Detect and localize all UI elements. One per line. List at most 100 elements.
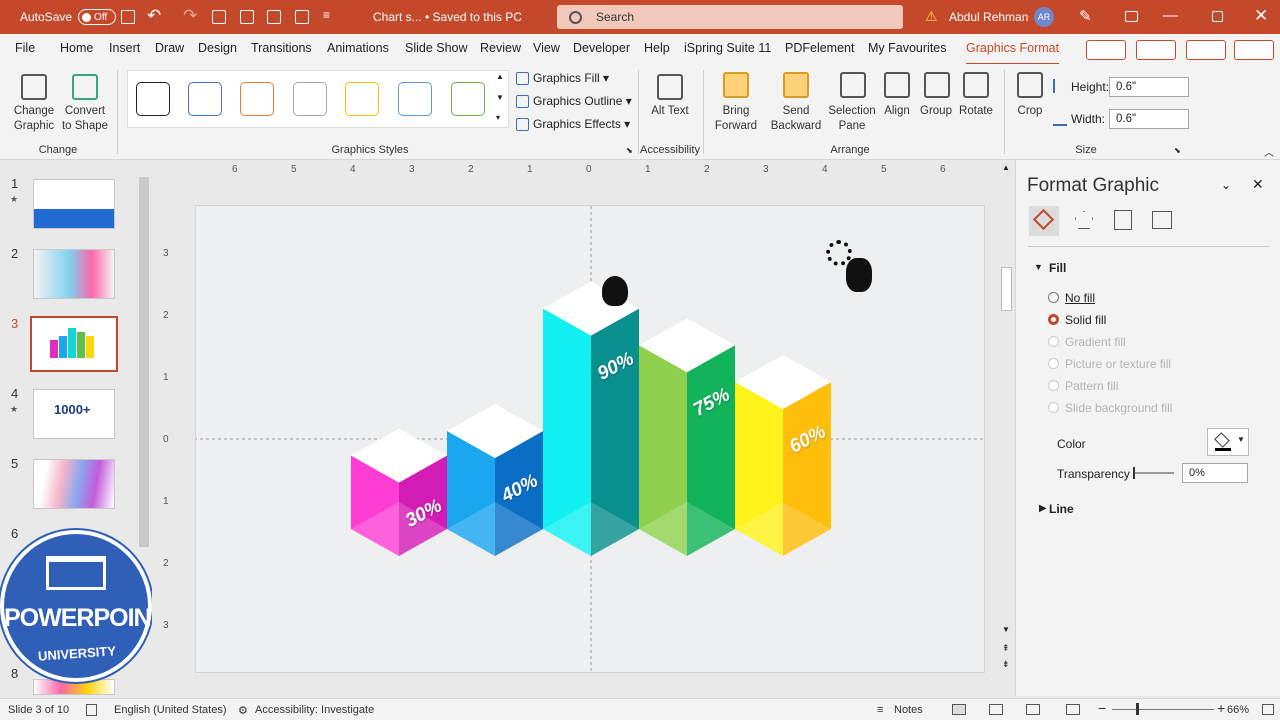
height-input[interactable]: 0.6" [1109,77,1189,97]
customize-qat-icon[interactable]: ≡ [323,8,330,22]
close-icon[interactable]: ✕ [1254,6,1268,26]
group-button[interactable]: Group [916,104,956,119]
hands-gear-icon[interactable] [826,240,878,296]
zoom-slider[interactable] [1112,709,1214,710]
style-swatch-6[interactable] [398,82,432,116]
autosave[interactable]: AutoSave Off [20,9,117,25]
next-slide-icon[interactable]: ⇟ [1002,659,1010,670]
tab-file[interactable]: File [15,41,35,55]
warning-icon[interactable]: ⚠ [925,8,938,25]
selection-pane-button[interactable]: Selection Pane [826,104,878,134]
pane-close-icon[interactable]: ✕ [1252,176,1264,193]
avatar[interactable]: AR [1034,7,1054,27]
tab-graphics-format[interactable]: Graphics Format [966,41,1060,66]
radio-pattern-fill[interactable] [1048,380,1059,391]
present-icon[interactable] [212,10,226,24]
fill-line-tab[interactable] [1029,206,1059,236]
slide-counter[interactable]: Slide 3 of 10 [8,704,69,716]
minimize-icon[interactable]: — [1163,7,1178,24]
tab-design[interactable]: Design [198,41,237,55]
rotate-button[interactable]: Rotate [955,104,997,119]
fill-expand-icon[interactable]: ▼ [1034,262,1043,272]
zoom-in-icon[interactable]: + [1217,700,1225,716]
autosave-toggle[interactable]: Off [78,9,117,25]
record-button[interactable] [1136,40,1176,60]
style-swatch-3[interactable] [240,82,274,116]
transparency-slider[interactable] [1133,467,1174,479]
scroll-down-icon[interactable]: ▼ [1002,625,1010,634]
spelling-icon[interactable] [86,704,97,716]
tab-slide-show[interactable]: Slide Show [405,41,468,55]
tab-draw[interactable]: Draw [155,41,184,55]
zoom-out-icon[interactable]: − [1098,700,1106,716]
accessibility-icon[interactable]: ⚙ [238,704,248,717]
size-properties-icon[interactable] [1114,210,1132,230]
print-icon[interactable] [267,10,281,24]
style-swatch-4[interactable] [293,82,327,116]
slide-background-fill-label[interactable]: Slide background fill [1065,401,1172,415]
graphics-effects-button[interactable]: Graphics Effects ▾ [516,117,630,131]
fill-section-header[interactable]: Fill [1049,261,1066,275]
slide-thumbnail-5[interactable] [33,459,115,509]
gradient-fill-label[interactable]: Gradient fill [1065,335,1126,349]
reading-view-icon[interactable] [1026,704,1040,715]
change-graphic-button[interactable]: Change Graphic [6,104,62,134]
previous-slide-icon[interactable]: ⇞ [1002,643,1010,654]
tab-view[interactable]: View [533,41,560,55]
pattern-fill-label[interactable]: Pattern fill [1065,379,1118,393]
search-box[interactable]: Search [557,5,903,29]
document-title[interactable]: Chart s... • Saved to this PC [373,10,522,24]
no-fill-label[interactable]: No fill [1065,291,1095,305]
vertical-ruler[interactable]: 3 2 1 0 1 2 3 [162,205,176,673]
slideshow-icon[interactable] [240,10,254,24]
tab-developer[interactable]: Developer [573,41,630,55]
radio-no-fill[interactable] [1048,292,1059,303]
undo-icon[interactable]: ↶ [147,6,161,26]
style-swatch-7[interactable] [451,82,485,116]
align-button[interactable]: Align [878,104,916,119]
zoom-level[interactable]: 66% [1227,704,1249,716]
solid-fill-label[interactable]: Solid fill [1065,313,1106,327]
style-swatch-1[interactable] [136,82,170,116]
style-swatch-2[interactable] [188,82,222,116]
notes-icon[interactable]: ≡ [877,704,883,716]
slide-thumbnail-1[interactable] [33,179,115,229]
fit-to-window-icon[interactable] [1262,704,1274,715]
comments-button[interactable] [1086,40,1126,60]
save-icon[interactable] [121,10,135,24]
slide-thumbnail-3[interactable] [30,316,118,372]
tab-insert[interactable]: Insert [109,41,140,55]
notes-button[interactable]: Notes [894,704,923,716]
horizontal-scrollbar[interactable] [152,681,1000,695]
pen-icon[interactable]: ✎ [1079,7,1092,25]
slideshow-view-icon[interactable] [1066,704,1080,715]
tab-transitions[interactable]: Transitions [251,41,312,55]
radio-gradient-fill[interactable] [1048,336,1059,347]
redo-icon[interactable]: ↷ [183,6,197,26]
gallery-up-icon[interactable]: ▲ [496,72,504,81]
bring-forward-button[interactable]: Bring Forward [708,104,764,134]
picture-fill-label[interactable]: Picture or texture fill [1065,357,1171,371]
tab-review[interactable]: Review [480,41,521,55]
line-section-header[interactable]: Line [1049,502,1074,516]
maximize-icon[interactable] [1212,11,1223,22]
present-teams-button[interactable] [1186,40,1226,60]
search-input[interactable]: Search [596,10,634,24]
tab-ispring[interactable]: iSpring Suite 11 [684,41,771,55]
graphics-outline-button[interactable]: Graphics Outline ▾ [516,94,632,108]
send-backward-button[interactable]: Send Backward [765,104,827,134]
transparency-input[interactable]: 0% [1182,463,1248,483]
style-swatch-5[interactable] [345,82,379,116]
accessibility-status[interactable]: Accessibility: Investigate [255,704,374,716]
slide-thumbnail-2[interactable] [33,249,115,299]
ribbon-display-icon[interactable] [1125,11,1138,22]
slider-handle[interactable] [1133,467,1135,479]
horizontal-ruler[interactable]: 6 5 4 3 2 1 0 1 2 3 4 5 6 [195,163,985,179]
canvas-scrollbar[interactable]: ▲ ▼ ⇞ ⇟ [1000,163,1014,683]
email-icon[interactable] [295,10,309,24]
tab-pdfelement[interactable]: PDFelement [785,41,854,55]
line-expand-icon[interactable]: ▶ [1039,503,1047,514]
size-launcher-icon[interactable]: ⬊ [1174,146,1181,155]
language-indicator[interactable]: English (United States) [114,704,227,716]
tab-help[interactable]: Help [644,41,670,55]
